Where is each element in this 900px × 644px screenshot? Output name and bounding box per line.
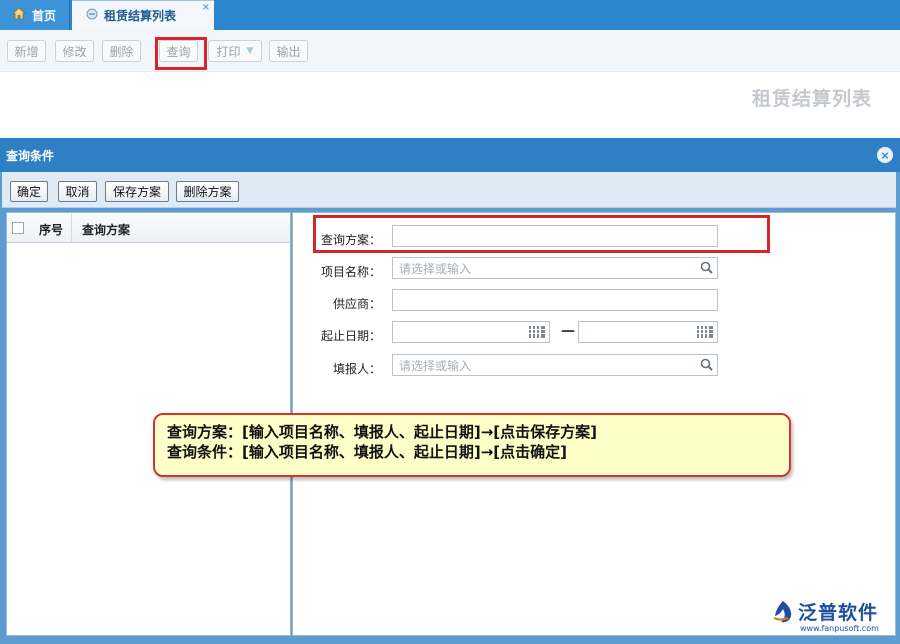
query-button-highlight xyxy=(155,37,207,70)
confirm-button[interactable]: 确定 xyxy=(10,181,48,202)
tab-lease-settlement-list[interactable]: 租赁结算列表 × xyxy=(72,0,214,30)
tab-home-label: 首页 xyxy=(32,8,57,23)
dialog-title-bar: 查询条件 × xyxy=(0,138,900,172)
delete-button[interactable]: 删除 xyxy=(102,40,141,62)
dialog-toolbar: 确定 取消 保存方案 删除方案 xyxy=(2,172,896,208)
tab-close-icon[interactable]: × xyxy=(202,3,210,13)
home-icon xyxy=(11,7,27,23)
close-icon[interactable]: × xyxy=(877,147,893,163)
select-all-checkbox[interactable] xyxy=(12,222,24,234)
date-separator: — xyxy=(561,323,575,339)
plan-list-header: 序号 查询方案 xyxy=(7,213,290,243)
search-icon[interactable] xyxy=(700,261,713,278)
project-name-input[interactable]: 请选择或输入 xyxy=(392,257,718,279)
date-range-label: 起止日期： xyxy=(320,329,381,343)
column-divider xyxy=(71,213,72,243)
search-icon[interactable] xyxy=(700,358,713,375)
logo-url: www.fanpusoft.com xyxy=(800,624,879,633)
calendar-icon[interactable] xyxy=(697,326,713,338)
reporter-input[interactable]: 请选择或输入 xyxy=(392,354,718,376)
new-button[interactable]: 新增 xyxy=(7,40,46,62)
reporter-placeholder: 请选择或输入 xyxy=(399,358,472,373)
plan-name-highlight xyxy=(313,215,770,253)
instruction-callout: 查询方案：[输入项目名称、填报人、起止日期]→[点击保存方案] 查询条件：[输入… xyxy=(153,413,791,477)
logo-name: 泛普软件 xyxy=(798,602,879,624)
project-name-label: 项目名称： xyxy=(320,265,381,279)
column-header-index[interactable]: 序号 xyxy=(39,221,63,238)
supplier-input[interactable] xyxy=(392,289,718,311)
reporter-label: 填报人： xyxy=(332,362,381,376)
tab-home[interactable]: 首页 xyxy=(0,0,70,30)
calendar-icon[interactable] xyxy=(529,326,545,338)
start-date-input[interactable] xyxy=(392,321,550,343)
brand-logo: 泛普软件 www.fanpusoft.com xyxy=(770,597,895,637)
delete-plan-button[interactable]: 删除方案 xyxy=(176,181,239,202)
main-toolbar: 新增 修改 删除 查询 打印 ▼ 输出 xyxy=(0,30,900,72)
logo-mark-icon xyxy=(773,601,792,623)
supplier-label: 供应商： xyxy=(332,297,381,311)
instruction-line-1: 查询方案：[输入项目名称、填报人、起止日期]→[点击保存方案] xyxy=(167,423,597,441)
dialog-title: 查询条件 xyxy=(6,148,55,163)
print-button-label: 打印 xyxy=(216,44,241,59)
instruction-line-2: 查询条件：[输入项目名称、填报人、起止日期]→[点击确定] xyxy=(167,443,567,461)
end-date-input[interactable] xyxy=(578,321,718,343)
save-plan-button[interactable]: 保存方案 xyxy=(105,181,169,202)
tab-bar: 首页 租赁结算列表 × xyxy=(0,0,900,30)
print-button[interactable]: 打印 ▼ xyxy=(208,40,262,62)
page-title: 租赁结算列表 xyxy=(751,88,872,110)
export-button[interactable]: 输出 xyxy=(269,40,308,62)
column-header-plan[interactable]: 查询方案 xyxy=(82,221,130,238)
chevron-down-icon: ▼ xyxy=(246,46,254,56)
cancel-button[interactable]: 取消 xyxy=(58,181,97,202)
page-icon xyxy=(86,8,98,23)
edit-button[interactable]: 修改 xyxy=(55,40,94,62)
tab-active-label: 租赁结算列表 xyxy=(104,9,177,23)
project-name-placeholder: 请选择或输入 xyxy=(399,261,472,276)
query-dialog: 查询条件 × 确定 取消 保存方案 删除方案 序号 查询方案 查询方案： 项目名… xyxy=(0,138,900,644)
